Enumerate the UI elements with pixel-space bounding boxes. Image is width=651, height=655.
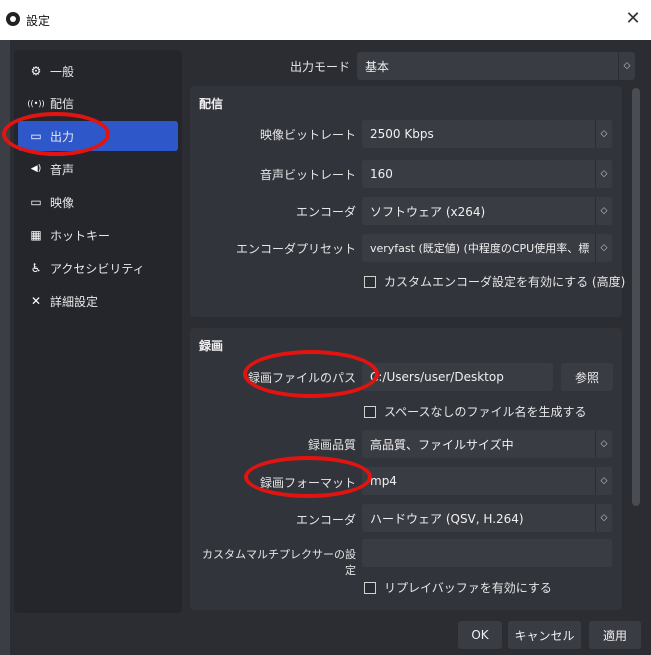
window-edge bbox=[0, 40, 10, 655]
encoder-preset-value: veryfast (既定値) (中程度のCPU使用率、標 bbox=[370, 242, 590, 255]
recording-encoder-value: ハードウェア (QSV, H.264) bbox=[370, 511, 524, 526]
monitor-icon: ▭ bbox=[30, 195, 42, 209]
no-space-filename-checkbox-row[interactable]: スペースなしのファイル名を生成する bbox=[364, 403, 587, 420]
sidebar-item-general[interactable]: ⚙ 一般 bbox=[18, 56, 178, 86]
output-icon: ▭ bbox=[30, 129, 42, 143]
tools-icon: ✕ bbox=[30, 294, 42, 308]
streaming-group-title: 配信 bbox=[199, 97, 224, 111]
window-title: 設定 bbox=[26, 14, 51, 28]
ok-button[interactable]: OK bbox=[458, 621, 502, 649]
sidebar-item-hotkeys[interactable]: ▦ ホットキー bbox=[18, 220, 178, 250]
accessibility-icon: ♿ bbox=[30, 261, 42, 275]
encoder-preset-select[interactable]: veryfast (既定値) (中程度のCPU使用率、標 ◇ bbox=[362, 234, 612, 262]
encoder-preset-label: エンコーダプリセット bbox=[235, 242, 356, 256]
title-bar: 設定 ✕ bbox=[0, 0, 651, 40]
broadcast-icon: ((•)) bbox=[27, 98, 45, 108]
close-icon[interactable]: ✕ bbox=[623, 8, 643, 29]
audio-bitrate-label: 音声ビットレート bbox=[259, 168, 356, 182]
custom-encoder-checkbox-row[interactable]: カスタムエンコーダ設定を有効にする (高度) bbox=[364, 273, 625, 290]
sidebar-item-label: ホットキー bbox=[50, 228, 111, 243]
sidebar-item-label: 音声 bbox=[50, 162, 75, 177]
chevron-updown-icon: ◇ bbox=[595, 234, 612, 262]
sidebar-item-audio[interactable]: ◀) 音声 bbox=[18, 154, 178, 184]
no-space-filename-checkbox-label: スペースなしのファイル名を生成する bbox=[384, 405, 587, 419]
sidebar-item-video[interactable]: ▭ 映像 bbox=[18, 187, 178, 217]
stream-encoder-select[interactable]: ソフトウェア (x264) ◇ bbox=[362, 197, 612, 225]
settings-sidebar: ⚙ 一般 ((•)) 配信 ▭ 出力 ◀) 音声 ▭ 映像 ▦ ホットキー ♿ … bbox=[14, 50, 182, 613]
audio-bitrate-value: 160 bbox=[370, 167, 393, 181]
recording-path-input[interactable]: C:/Users/user/Desktop bbox=[362, 363, 553, 391]
recording-format-label: 録画フォーマット bbox=[259, 476, 356, 490]
browse-button[interactable]: 参照 bbox=[561, 363, 613, 391]
video-bitrate-spinbox[interactable]: 2500 Kbps ◇ bbox=[362, 120, 612, 148]
keyboard-icon: ▦ bbox=[30, 228, 42, 242]
recording-path-label: 録画ファイルのパス bbox=[247, 371, 356, 385]
chevron-updown-icon: ◇ bbox=[618, 52, 635, 80]
video-bitrate-value: 2500 Kbps bbox=[370, 127, 434, 141]
replay-buffer-checkbox-label: リプレイバッファを有効にする bbox=[384, 581, 552, 595]
recording-quality-select[interactable]: 高品質、ファイルサイズ中 ◇ bbox=[362, 430, 612, 458]
replay-buffer-checkbox[interactable] bbox=[364, 581, 376, 594]
recording-encoder-select[interactable]: ハードウェア (QSV, H.264) ◇ bbox=[362, 504, 612, 532]
output-mode-value: 基本 bbox=[365, 59, 390, 74]
output-mode-select[interactable]: 基本 ◇ bbox=[357, 52, 635, 80]
recording-quality-value: 高品質、ファイルサイズ中 bbox=[370, 437, 514, 452]
recording-quality-label: 録画品質 bbox=[307, 438, 356, 452]
audio-bitrate-select[interactable]: 160 ◇ bbox=[362, 160, 612, 188]
chevron-updown-icon: ◇ bbox=[595, 504, 612, 532]
recording-format-select[interactable]: mp4 ◇ bbox=[362, 467, 612, 495]
sidebar-item-advanced[interactable]: ✕ 詳細設定 bbox=[18, 286, 178, 316]
sidebar-item-stream[interactable]: ((•)) 配信 bbox=[18, 88, 178, 118]
vertical-scrollbar[interactable] bbox=[632, 88, 640, 506]
chevron-updown-icon: ◇ bbox=[595, 430, 612, 458]
replay-buffer-checkbox-row[interactable]: リプレイバッファを有効にする bbox=[364, 579, 552, 596]
custom-encoder-checkbox[interactable] bbox=[364, 275, 376, 288]
gear-icon: ⚙ bbox=[30, 64, 42, 78]
sidebar-item-label: 出力 bbox=[50, 129, 75, 144]
speaker-icon: ◀) bbox=[30, 164, 42, 174]
cancel-button[interactable]: キャンセル bbox=[508, 621, 581, 649]
custom-encoder-checkbox-label: カスタムエンコーダ設定を有効にする (高度) bbox=[384, 275, 626, 289]
obs-logo-icon bbox=[6, 12, 20, 26]
custom-muxer-input[interactable] bbox=[362, 539, 612, 567]
recording-format-value: mp4 bbox=[370, 474, 397, 488]
sidebar-item-label: 配信 bbox=[50, 96, 75, 111]
sidebar-item-label: アクセシビリティ bbox=[50, 261, 145, 276]
recording-group-title: 録画 bbox=[199, 339, 224, 353]
chevron-updown-icon: ◇ bbox=[595, 160, 612, 188]
stream-encoder-value: ソフトウェア (x264) bbox=[370, 204, 486, 219]
chevron-updown-icon: ◇ bbox=[595, 197, 612, 225]
stream-encoder-label: エンコーダ bbox=[295, 205, 356, 219]
spin-arrows-icon[interactable]: ◇ bbox=[595, 120, 612, 148]
output-mode-label: 出力モード bbox=[289, 60, 350, 74]
sidebar-item-label: 詳細設定 bbox=[50, 294, 99, 309]
sidebar-item-output[interactable]: ▭ 出力 bbox=[18, 121, 178, 151]
sidebar-item-accessibility[interactable]: ♿ アクセシビリティ bbox=[18, 253, 178, 283]
video-bitrate-label: 映像ビットレート bbox=[259, 128, 356, 142]
no-space-filename-checkbox[interactable] bbox=[364, 405, 376, 418]
chevron-updown-icon: ◇ bbox=[595, 467, 612, 495]
recording-path-value: C:/Users/user/Desktop bbox=[370, 370, 504, 384]
recording-encoder-label: エンコーダ bbox=[295, 513, 356, 527]
sidebar-item-label: 映像 bbox=[50, 195, 75, 210]
sidebar-item-label: 一般 bbox=[50, 64, 75, 79]
custom-muxer-label: カスタムマルチプレクサーの設定 bbox=[202, 548, 356, 577]
apply-button[interactable]: 適用 bbox=[589, 621, 641, 649]
